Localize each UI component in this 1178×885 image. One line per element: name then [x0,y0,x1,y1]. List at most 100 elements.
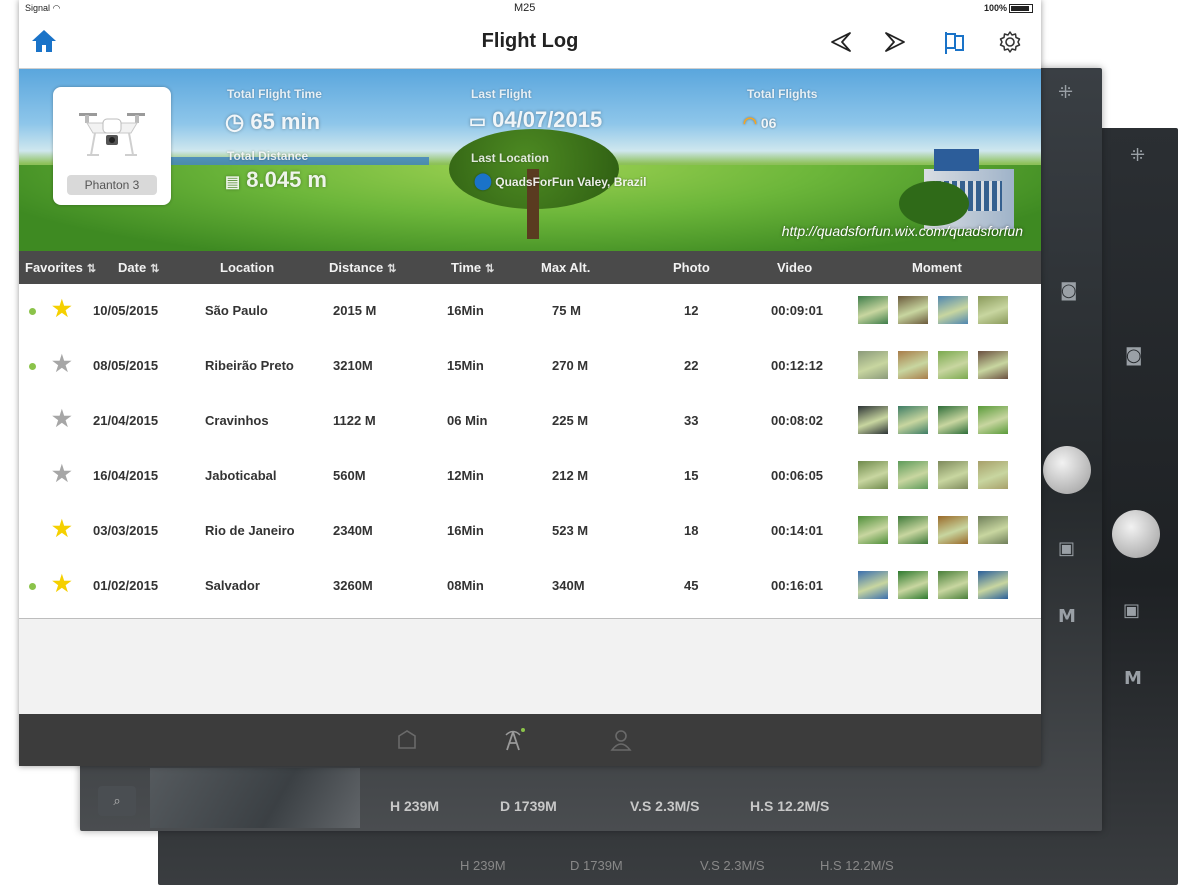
table-row[interactable]: ★ 10/05/2015 São Paulo 2015 M 16Min 75 M 12 00:… [19,284,1041,339]
back-arrow-icon[interactable] [827,28,855,56]
column-photo[interactable]: Photo [673,260,710,275]
clock-icon: ◷ [225,109,245,134]
favorite-star-icon[interactable]: ★ [52,518,72,540]
sort-icon: ⇅ [387,263,397,275]
carrier-text: Signal [25,3,51,13]
moment-thumbnail[interactable] [898,406,928,434]
column-date[interactable]: Date ⇅ [118,260,159,275]
profile-tab-icon[interactable] [607,726,635,754]
moment-thumbnail[interactable] [858,461,888,489]
photo-count-cell: 18 [684,523,699,538]
telemetry-bar-lower: H 239M D 1739M V.S 2.3M/S H.S 12.2M/S [170,840,1160,885]
column-date-label: Date [118,260,147,275]
time-cell: 15Min [447,358,484,373]
moment-thumbnail[interactable] [858,296,888,324]
moment-thumbnail[interactable] [858,516,888,544]
favorite-star-icon[interactable]: ★ [52,573,72,595]
table-row[interactable]: ★ 01/02/2015 Salvador 3260M 08Min 340M 45 00:16… [19,559,1041,614]
favorite-star-icon[interactable]: ★ [52,408,72,430]
table-row[interactable]: ★ 08/05/2015 Ribeirão Preto 3210M 15Min 270 M… [19,339,1041,394]
favorite-star-icon[interactable]: ★ [52,298,72,320]
summary-banner: Phanton 3 Total Flight Time ◷ 65 min Tot… [19,69,1041,251]
moment-thumbnail[interactable] [978,406,1008,434]
moment-thumbnail[interactable] [858,351,888,379]
last-location-value: ⬤ QuadsForFun Valey, Brazil [474,171,646,191]
favorite-star-icon[interactable]: ★ [52,463,72,485]
equipment-tab-icon[interactable] [393,726,421,754]
moment-thumbnail[interactable] [938,296,968,324]
status-dot [29,308,36,315]
settings-gear-icon[interactable] [996,28,1024,56]
video-duration-cell: 00:16:01 [771,578,824,593]
distance-cell: 1122 M [333,413,376,428]
location-cell: Rio de Janeiro [205,523,295,538]
website-link[interactable]: http://quadsforfun.wix.com/quadsforfun [782,223,1023,239]
moment-thumbnail[interactable] [978,351,1008,379]
table-row[interactable]: ★ 03/03/2015 Rio de Janeiro 2340M 16Min 523 M… [19,504,1041,559]
total-distance-value: ▤ 8.045 m [225,167,327,193]
telemetry-distance: D 1739M [500,798,557,814]
flight-log-icon[interactable] [941,28,969,56]
moment-thumbnail[interactable] [858,406,888,434]
forward-arrow-icon[interactable] [881,28,909,56]
moment-thumbnail[interactable] [938,516,968,544]
date-cell: 21/04/2015 [93,413,159,428]
table-row[interactable]: ★ 21/04/2015 Cravinhos 1122 M 06 Min 225 M 33 0… [19,394,1041,449]
table-row[interactable]: ★ 16/04/2015 Jaboticabal 560M 12Min 212 M 15 00… [19,449,1041,504]
flight-log-window: Signal ◠ M25 100% Flight Log Phanton 3 T… [19,0,1041,766]
column-max-alt[interactable]: Max Alt. [541,260,590,275]
date-cell: 08/05/2015 [93,358,159,373]
moment-thumbnail[interactable] [898,296,928,324]
telemetry-bar-upper: H 239M D 1739M V.S 2.3M/S H.S 12.2M/S [90,770,1090,828]
moment-thumbnail[interactable] [938,571,968,599]
moment-thumbnail[interactable] [858,571,888,599]
video-icon: ▣ [1123,600,1141,621]
drone-card[interactable]: Phanton 3 [53,87,171,205]
moment-thumbnail[interactable] [978,516,1008,544]
camera-icon: ◙ [1060,280,1078,301]
video-duration-cell: 00:08:02 [771,413,824,428]
location-cell: Jaboticabal [205,468,277,483]
photo-count-cell: 33 [684,413,699,428]
shutter-button [1112,510,1160,558]
total-flights-text: 06 [760,115,777,131]
camera-tab-icon[interactable] [499,726,527,754]
time-cell: 06 Min [447,413,488,428]
status-dot [29,363,36,370]
wifi-icon: ◠ [52,3,61,13]
telemetry-hspeed: H.S 12.2M/S [820,858,894,873]
max-alt-cell: 75 M [552,303,581,318]
drone-name-label: Phanton 3 [67,175,157,195]
moment-thumbnail[interactable] [978,571,1008,599]
column-location[interactable]: Location [220,260,274,275]
total-flight-time-text: 65 min [250,109,321,134]
status-dot [29,583,36,590]
photo-count-cell: 12 [684,303,699,318]
column-moment[interactable]: Moment [912,260,962,275]
banner-bushes [899,181,969,226]
telemetry-hspeed: H.S 12.2M/S [750,798,830,814]
distance-cell: 3210M [333,358,373,373]
video-duration-cell: 00:09:01 [771,303,824,318]
ruler-icon: ▤ [225,174,241,191]
column-video[interactable]: Video [777,260,812,275]
moment-thumbnail[interactable] [938,406,968,434]
last-location-label: Last Location [471,151,550,165]
favorite-star-icon[interactable]: ★ [52,353,72,375]
date-cell: 10/05/2015 [93,303,159,318]
moment-thumbnail[interactable] [938,351,968,379]
column-favorites[interactable]: Favorites ⇅ [25,260,96,275]
battery-indicator: 100% [984,3,1033,14]
column-time[interactable]: Time ⇅ [451,260,494,275]
photo-count-cell: 22 [684,358,699,373]
moment-thumbnail[interactable] [898,516,928,544]
moment-thumbnail[interactable] [938,461,968,489]
column-distance[interactable]: Distance ⇅ [329,260,396,275]
moment-thumbnail[interactable] [978,461,1008,489]
date-cell: 03/03/2015 [93,523,159,538]
moment-thumbnails [858,516,1018,546]
moment-thumbnail[interactable] [898,351,928,379]
moment-thumbnail[interactable] [898,461,928,489]
moment-thumbnail[interactable] [978,296,1008,324]
moment-thumbnail[interactable] [898,571,928,599]
